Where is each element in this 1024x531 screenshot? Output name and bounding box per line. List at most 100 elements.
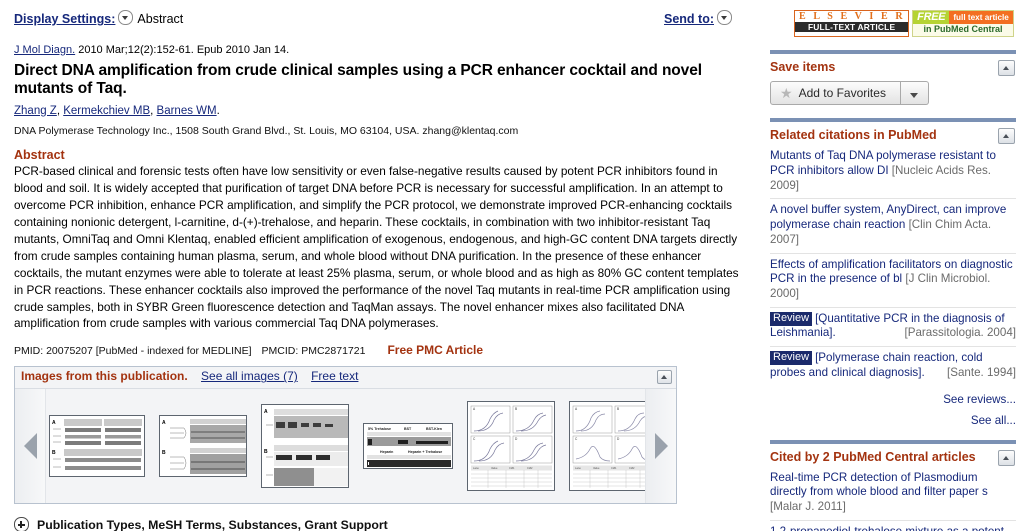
svg-text:B: B	[617, 407, 619, 411]
abstract-heading: Abstract	[14, 147, 65, 162]
save-items-title: Save items	[770, 60, 836, 75]
right-sidebar: E L S E V I E R FULL-TEXT ARTICLE FREE f…	[762, 0, 1024, 531]
affiliation: DNA Polymerase Technology Inc., 1508 Sou…	[14, 124, 519, 137]
svg-text:A: A	[264, 409, 268, 415]
elsevier-label: E L S E V I E R	[799, 11, 906, 22]
list-item[interactable]: Real-time PCR detection of Plasmodium di…	[770, 467, 1016, 521]
svg-text:Value: Value	[593, 466, 600, 470]
expander-label: Publication Types, MeSH Terms, Substance…	[37, 517, 388, 531]
svg-text:Lane: Lane	[575, 466, 581, 470]
chevron-down-icon[interactable]	[118, 10, 134, 25]
gel-figure-icon: A B	[50, 416, 144, 477]
amplification-curves-icon: A BC D Lane Value Ct#1 Ct#2	[468, 402, 554, 491]
see-links: See reviews... See all...	[770, 393, 1016, 427]
figure-thumbnail-5[interactable]: ABCD Lane Value Ct#1 Ct#2	[467, 401, 555, 492]
figure-thumbnail-2[interactable]: A B	[159, 415, 247, 478]
add-to-favorites-control: ★ Add to Favorites	[770, 81, 1016, 106]
svg-text:Ct#1: Ct#1	[509, 466, 515, 470]
svg-text:A: A	[52, 420, 56, 426]
related-citations-list: Mutants of Taq DNA polymerase resistant …	[770, 145, 1016, 385]
collapse-icon[interactable]	[657, 370, 672, 385]
favorites-dropdown-button[interactable]	[900, 81, 929, 106]
plus-icon[interactable]	[14, 517, 29, 531]
pmc-free-label: FREE	[913, 11, 950, 25]
list-item[interactable]: A novel buffer system, AnyDirect, can im…	[770, 199, 1016, 254]
list-item[interactable]: Review [Quantitative PCR in the diagnosis…	[770, 308, 1017, 348]
review-badge: Review	[770, 311, 813, 326]
svg-text:Value: Value	[491, 466, 498, 470]
send-to-label[interactable]: Send to:	[664, 12, 714, 26]
star-icon: ★	[780, 85, 793, 102]
images-panel-title: Images from this publication.	[21, 369, 188, 384]
carousel-next-button[interactable]	[645, 389, 676, 504]
main-content: Display Settings: Abstract Send to: J Mol…	[0, 0, 762, 531]
pmid-label: PMID: 20075207 [PubMed - indexed for MED…	[14, 345, 252, 358]
related-citations-title: Related citations in PubMed	[770, 128, 937, 143]
review-badge: Review	[770, 351, 813, 366]
publisher-badges: E L S E V I E R FULL-TEXT ARTICLE FREE f…	[770, 10, 1016, 38]
gel-figure-icon: A B	[262, 405, 348, 488]
figure-thumbnail-1[interactable]: A B	[49, 415, 145, 478]
list-item[interactable]: Review [Polymerase chain reaction, cold p…	[770, 347, 1016, 385]
display-settings-label[interactable]: Display Settings:	[14, 12, 115, 26]
author-link-1[interactable]: Zhang Z	[14, 105, 57, 117]
expandable-sections: Publication Types, MeSH Terms, Substance…	[14, 517, 752, 531]
add-to-favorites-label: Add to Favorites	[798, 86, 886, 101]
related-citations-section: Related citations in PubMed Mutants of T…	[770, 122, 1016, 427]
svg-text:BST-Klen: BST-Klen	[426, 427, 442, 431]
images-carousel: A B A B A B 5% Trehalose BST BST-Klen He…	[15, 389, 676, 504]
citation-title: Real-time PCR detection of Plasmodium di…	[770, 470, 988, 499]
svg-text:Lane: Lane	[473, 466, 479, 470]
figure-thumbnail-6[interactable]: ABCD Lane Value Ct#1 Ct#2	[569, 401, 657, 492]
chevron-down-icon[interactable]	[717, 10, 732, 25]
list-item[interactable]: 1,2-propanediol-trehalose mixture as a p…	[770, 521, 1016, 531]
send-to-control[interactable]: Send to:	[664, 10, 732, 26]
pubmed-central-free-badge[interactable]: FREE full text article in PubMed Central	[912, 10, 1014, 38]
see-all-images-link[interactable]: See all images (7)	[201, 369, 298, 383]
expander-publication-types[interactable]: Publication Types, MeSH Terms, Substance…	[14, 517, 752, 531]
gel-figure-icon: 5% Trehalose BST BST-Klen Heparin Heparin +…	[364, 424, 452, 469]
svg-text:Heparin: Heparin	[380, 450, 393, 454]
gel-figure-icon: A B	[160, 416, 246, 477]
svg-text:A: A	[162, 420, 166, 426]
images-from-publication-panel: Images from this publication. See all im…	[14, 366, 677, 505]
free-pmc-article-link[interactable]: Free PMC Article	[387, 343, 483, 357]
journal-name-link[interactable]: J Mol Diagn.	[14, 44, 75, 56]
identifiers-line: PMID: 20075207 [PubMed - indexed for MED…	[14, 343, 752, 357]
collapse-icon[interactable]	[998, 60, 1015, 77]
collapse-icon[interactable]	[998, 449, 1015, 466]
figure-thumbnail-4[interactable]: 5% Trehalose BST BST-Klen Heparin Heparin +…	[363, 423, 453, 470]
svg-text:5% Trehalose: 5% Trehalose	[368, 427, 391, 431]
images-panel-header: Images from this publication. See all im…	[15, 367, 676, 390]
svg-text:B: B	[515, 407, 517, 411]
pubmed-abstract-page: Display Settings: Abstract Send to: J Mol…	[0, 0, 1024, 531]
cited-by-title: Cited by 2 PubMed Central articles	[770, 449, 976, 464]
svg-text:Ct#2: Ct#2	[629, 466, 635, 470]
svg-text:BST: BST	[404, 427, 412, 431]
list-item[interactable]: Mutants of Taq DNA polymerase resistant …	[770, 145, 1016, 200]
top-toolbar: Display Settings: Abstract Send to:	[14, 8, 752, 30]
figure-thumbnail-3[interactable]: A B	[261, 404, 349, 489]
pmc-fulltext-label: full text article	[949, 11, 1013, 25]
svg-text:B: B	[52, 450, 56, 456]
pmc-badge-top: FREE full text article	[913, 11, 1013, 25]
author-link-3[interactable]: Barnes WM	[157, 105, 217, 117]
list-item[interactable]: Effects of amplification facilitators on…	[770, 254, 1016, 308]
thumbnail-list: A B A B A B 5% Trehalose BST BST-Klen He…	[49, 401, 657, 492]
display-settings-value: Abstract	[137, 12, 184, 26]
free-text-link[interactable]: Free text	[311, 369, 358, 383]
svg-text:Ct#1: Ct#1	[611, 466, 617, 470]
display-settings-control[interactable]: Display Settings: Abstract	[14, 10, 183, 26]
author-link-2[interactable]: Kermekchiev MB	[63, 105, 150, 117]
citation-details: 2010 Mar;12(2):152-61. Epub 2010 Jan 14.	[78, 44, 290, 56]
citation-source: [Parassitologia. 2004]	[904, 326, 1017, 340]
add-to-favorites-button[interactable]: ★ Add to Favorites	[770, 81, 901, 106]
journal-citation-line: J Mol Diagn. 2010 Mar;12(2):152-61. Epub…	[14, 44, 752, 56]
arrow-right-icon	[654, 433, 668, 460]
collapse-icon[interactable]	[998, 128, 1015, 145]
elsevier-full-text-badge[interactable]: E L S E V I E R FULL-TEXT ARTICLE	[794, 10, 910, 38]
see-reviews-link[interactable]: See reviews...	[770, 393, 1016, 406]
carousel-prev-button[interactable]	[15, 389, 46, 504]
cited-by-list: Real-time PCR detection of Plasmodium di…	[770, 467, 1016, 531]
see-all-link[interactable]: See all...	[770, 414, 1016, 427]
